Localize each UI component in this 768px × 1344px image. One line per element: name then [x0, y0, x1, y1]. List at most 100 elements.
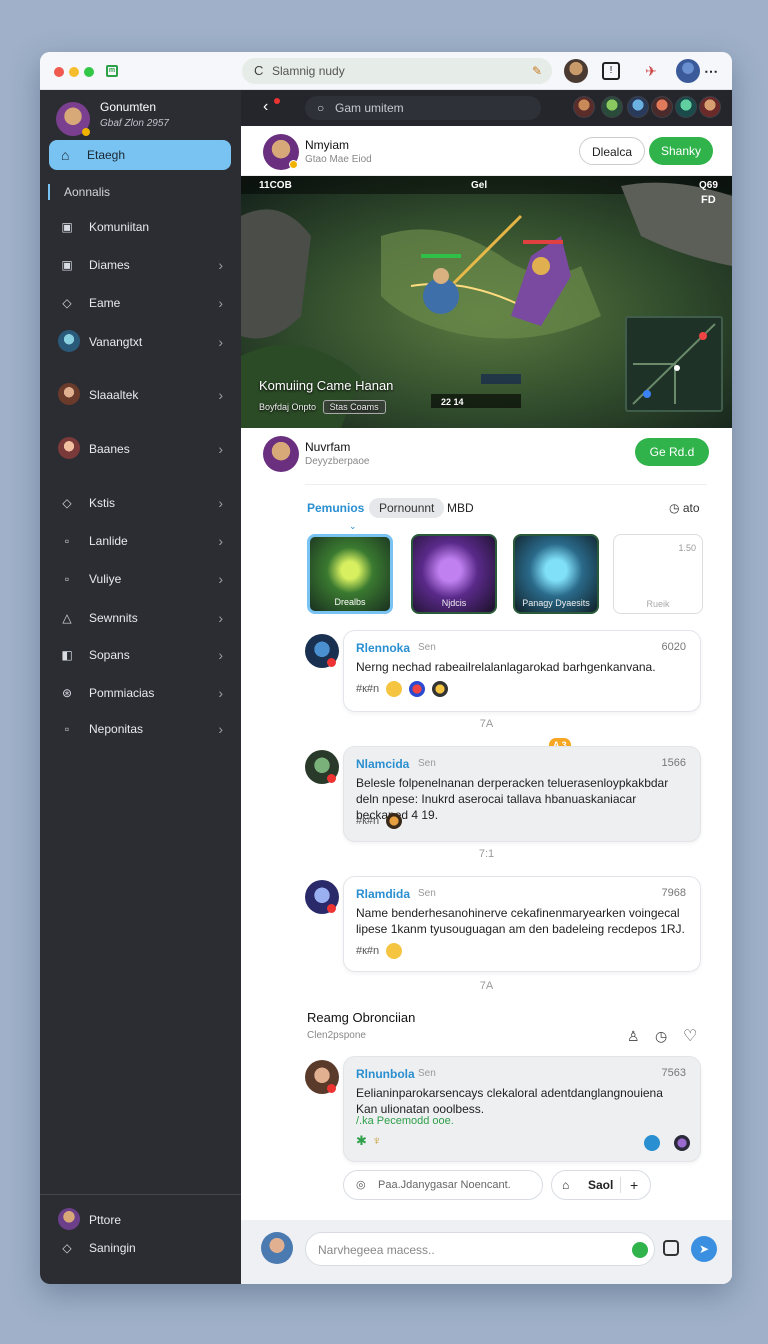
sidebar-item[interactable]: ▫ Lanlide › [40, 527, 241, 555]
avatar[interactable] [261, 1232, 293, 1264]
close-window-button[interactable] [54, 67, 64, 77]
emoji-icon[interactable] [432, 681, 449, 697]
sidebar-item[interactable]: ⊛ Pommiacias › [40, 679, 241, 707]
emoji-icon[interactable] [386, 943, 403, 959]
tab-active[interactable]: Pemunios [307, 498, 364, 518]
community-subtitle: Deyyzberpaoe [305, 456, 370, 467]
back-arrow-icon[interactable]: ‹ [263, 98, 268, 116]
sidebar-item-label: Slaaaltek [89, 388, 139, 402]
sidebar-item[interactable]: ◧ Sopans › [40, 641, 241, 669]
community-action-button[interactable]: Ge Rd.d [635, 438, 709, 466]
account-avatar[interactable] [676, 59, 700, 83]
game-stream-view[interactable]: 11COB Gel Q69 FD Komuiing Came Hanan Boy… [241, 176, 732, 428]
maximize-window-button[interactable] [84, 67, 94, 77]
message-link[interactable]: /.ka Pecemodd ooe. [356, 1115, 454, 1127]
message-bubble[interactable]: Rlamdida Sen 7968 Name benderhesanohiner… [343, 876, 701, 972]
avatar [58, 437, 80, 459]
send-icon[interactable]: ➤ [691, 1236, 717, 1262]
send-reply-button[interactable]: ⌂ Saol + [551, 1170, 651, 1200]
tab-pill[interactable]: Pornounnt [369, 498, 445, 518]
sidebar-item[interactable]: ◇ Eame › [40, 289, 241, 317]
message-reactions: #к#n [356, 813, 403, 829]
sidebar-profile[interactable]: Pttore [40, 1206, 241, 1234]
chevron-right-icon: › [218, 334, 223, 350]
message-bubble[interactable]: Rlnunbola Sen 7563 Eelianinparokarsencay… [343, 1056, 701, 1162]
like-icon[interactable]: ♙ [627, 1028, 640, 1045]
tab-right[interactable]: ◷ ato [669, 498, 700, 518]
emoji-icon[interactable] [674, 1135, 690, 1151]
heart-icon[interactable]: ♡ [683, 1026, 697, 1046]
friend-avatar[interactable] [601, 96, 623, 118]
follow-button[interactable]: Shanky [649, 137, 713, 165]
sidebar-item[interactable]: ▣ Komuniitan [40, 213, 241, 241]
message-bubble[interactable]: Rlennoka Sen 6020 Nerng nechad rabeailre… [343, 630, 701, 712]
emoji-picker-icon[interactable] [632, 1242, 648, 1258]
chevron-right-icon: › [218, 533, 223, 549]
timer-icon[interactable]: ◷ [655, 1028, 667, 1045]
stream-chip[interactable]: Stas Coams [322, 400, 386, 414]
share-icon[interactable] [644, 1135, 660, 1151]
friend-avatar[interactable] [675, 96, 697, 118]
minimap[interactable] [625, 316, 723, 412]
emoji-icon[interactable] [409, 681, 426, 697]
sidebar-item[interactable]: ▣ Diames › [40, 251, 241, 279]
sidebar-settings[interactable]: ◇ Saningin [40, 1234, 241, 1262]
message-separator: 7A [479, 980, 494, 992]
message-input[interactable]: Narvhegeea macess.. [305, 1232, 655, 1266]
sidebar-item-active[interactable]: ⌂ Etaegh [49, 140, 231, 170]
friend-avatar[interactable] [627, 96, 649, 118]
highlight-card[interactable]: 1.50 Rueik [613, 534, 703, 614]
sidebar-item[interactable]: Vanangtxt › [40, 328, 241, 356]
search-icon: ○ [317, 101, 325, 115]
reply-input[interactable]: ◎ Paa.Jdanygasar Noencant. [343, 1170, 543, 1200]
more-menu-icon[interactable]: ⋯ [702, 62, 720, 80]
streamer-header: Nmyiam Gtao Mae Eiod Dlealca Shanky [241, 126, 732, 176]
app-icon: m [106, 65, 118, 77]
reload-icon[interactable]: C [254, 58, 263, 84]
extension-icon[interactable]: ✎ [532, 58, 542, 84]
community-header: Nuvrfam Deyyzberpaoe Ge Rd.d [241, 428, 732, 486]
location-icon: ◇ [62, 496, 72, 510]
message-separator: 7A [479, 718, 494, 730]
minimize-window-button[interactable] [69, 67, 79, 77]
tab-third[interactable]: MBD [447, 498, 474, 518]
chevron-right-icon: › [218, 295, 223, 311]
message-bubble[interactable]: Nlamcida Sen 1566 Belesle folpenelnanan … [343, 746, 701, 842]
camera-icon: ◎ [356, 1179, 366, 1191]
friend-avatar[interactable] [651, 96, 673, 118]
secondary-button[interactable]: Dlealca [579, 137, 645, 165]
sidebar-item-label: Diames [89, 258, 130, 272]
emoji-icon[interactable] [386, 681, 403, 697]
sidebar-item[interactable]: ◇ Kstis › [40, 489, 241, 517]
bag-icon: ◧ [61, 648, 73, 662]
chevron-right-icon: › [218, 441, 223, 457]
square-icon: ▫ [64, 572, 70, 586]
sidebar-item[interactable]: Baanes › [40, 435, 241, 463]
attach-icon[interactable] [663, 1240, 679, 1256]
highlight-card[interactable]: Njdcis [411, 534, 497, 614]
avatar[interactable] [263, 436, 299, 472]
plus-icon[interactable]: + [630, 1171, 638, 1199]
sidebar-item-label: Vanangtxt [89, 335, 143, 349]
sidebar-item[interactable]: ▫ Vuliye › [40, 565, 241, 593]
friend-avatar[interactable] [573, 96, 595, 118]
friend-avatar[interactable] [699, 96, 721, 118]
sidebar-item[interactable]: ▫ Neponitas › [40, 715, 241, 743]
highlight-card[interactable]: Panagy Dyaesits [513, 534, 599, 614]
address-bar[interactable]: C Slamnig nudy ✎ [242, 58, 552, 84]
sidebar-item[interactable]: △ Sewnnits › [40, 604, 241, 632]
sidebar-user[interactable]: Gonumten Gbaf Zlon 2957 [56, 98, 236, 138]
sparkle-icon: ✱ [356, 1133, 367, 1148]
sidebar-item-label: Pommiacias [89, 686, 155, 700]
card-label: Panagy Dyaesits [522, 598, 590, 608]
notification-icon[interactable]: ! [602, 62, 620, 80]
highlight-card[interactable]: Drealbs [307, 534, 393, 614]
hud-mid: Gel [471, 180, 488, 191]
hud-right-2: FD [701, 194, 716, 206]
pin-icon[interactable]: ✈ [642, 62, 660, 80]
search-input[interactable]: ○ Gam umitem [305, 96, 541, 120]
emoji-icon[interactable] [386, 813, 403, 829]
divider [620, 1177, 621, 1193]
sidebar-item[interactable]: Slaaaltek › [40, 381, 241, 409]
profile-avatar[interactable] [564, 59, 588, 83]
